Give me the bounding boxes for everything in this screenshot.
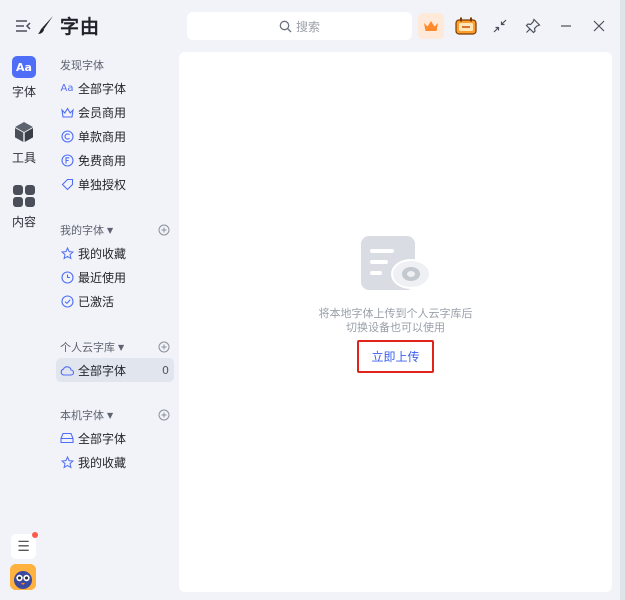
menu-icon: ☰ [17, 538, 30, 555]
add-local-font-button[interactable] [158, 409, 170, 421]
sidebar-item-label: 免费商用 [78, 153, 127, 168]
check-circle-icon [60, 294, 74, 308]
sidebar-item-label: 我的收藏 [78, 455, 127, 470]
rail-item-content[interactable]: 内容 [0, 184, 48, 230]
close-button[interactable] [586, 13, 612, 39]
title-bar: 字由 搜索 [0, 0, 620, 52]
sidebar-item-recent[interactable]: 最近使用 [56, 265, 174, 289]
main-content-panel: 将本地字体上传到个人云字库后 切换设备也可以使用 立即上传 [179, 52, 612, 592]
notification-dot [32, 532, 38, 538]
empty-state-line-2: 切换设备也可以使用 [346, 321, 445, 334]
plus-circle-icon [158, 409, 170, 421]
caret-down-icon: ▼ [107, 410, 114, 420]
app-logo: 字由 [38, 12, 100, 38]
search-input[interactable]: 搜索 [187, 12, 412, 40]
empty-state-line-1: 将本地字体上传到个人云字库后 [318, 307, 473, 320]
crown-icon [60, 105, 74, 119]
section-title-discover: 发现字体 [60, 59, 104, 72]
calendar-icon [455, 17, 477, 35]
crown-icon [424, 21, 438, 31]
sidebar-item-label: 最近使用 [78, 270, 127, 285]
section-title-cloud[interactable]: 个人云字库 ▼ [60, 339, 124, 355]
section-title-local[interactable]: 本机字体 ▼ [60, 407, 113, 423]
star-icon [60, 455, 74, 469]
aa-icon: Aa [60, 82, 74, 94]
section-title-my-fonts[interactable]: 我的字体 ▼ [60, 222, 113, 238]
sidebar-item-exclusive-license[interactable]: 单独授权 [56, 172, 174, 196]
font-count: 0 [162, 363, 169, 377]
minimize-icon [561, 25, 571, 27]
rail-item-fonts[interactable]: Aa 字体 [0, 56, 48, 100]
plus-circle-icon [158, 224, 170, 236]
sidebar-item-all-fonts[interactable]: Aa 全部字体 [56, 76, 174, 100]
fonts-icon: Aa [12, 56, 36, 78]
free-icon [60, 153, 74, 167]
cube-icon [15, 122, 33, 142]
vip-crown-button[interactable] [418, 13, 444, 39]
sidebar-item-single-commercial[interactable]: 单款商用 [56, 124, 174, 148]
add-cloud-font-button[interactable] [158, 341, 170, 353]
rail-label-content: 内容 [11, 215, 36, 229]
sidebar-item-label: 全部字体 [78, 431, 127, 446]
search-placeholder: 搜索 [295, 19, 320, 34]
search-icon [279, 20, 292, 32]
sidebar-item-activated[interactable]: 已激活 [56, 289, 174, 313]
window-edge [620, 0, 625, 600]
app-window: 字由 搜索 Aa 字体 工具 内容 ☰ 发现字体 Aa 全部字体 会员商用 单款… [0, 0, 620, 600]
sidebar-item-my-favorites[interactable]: 我的收藏 [56, 241, 174, 265]
section-title-text: 我的字体 [60, 224, 104, 237]
collapse-sidebar-icon[interactable] [14, 17, 32, 35]
sidebar-item-label: 全部字体 [78, 363, 127, 378]
brush-icon [38, 16, 53, 34]
clock-icon [60, 270, 74, 284]
drive-icon [60, 431, 74, 445]
close-icon [593, 20, 605, 32]
copyright-icon [60, 129, 74, 143]
minimize-button[interactable] [553, 13, 579, 39]
sidebar-item-member-commercial[interactable]: 会员商用 [56, 100, 174, 124]
sidebar-item-free-commercial[interactable]: 免费商用 [56, 148, 174, 172]
section-title-text: 个人云字库 [60, 341, 115, 354]
rail-item-tools[interactable]: 工具 [0, 120, 48, 166]
caret-down-icon: ▼ [118, 342, 125, 352]
sidebar-item-cloud-all-fonts[interactable]: 全部字体 0 [56, 358, 174, 382]
shrink-window-button[interactable] [487, 13, 513, 39]
calendar-sign-button[interactable] [453, 13, 479, 39]
app-title: 字由 [60, 15, 101, 38]
tag-icon [60, 177, 74, 191]
add-my-font-button[interactable] [158, 224, 170, 236]
section-title-text: 本机字体 [60, 409, 104, 422]
shrink-icon [493, 19, 507, 33]
avatar[interactable] [10, 564, 36, 590]
grid-icon [13, 185, 35, 207]
pin-window-button[interactable] [520, 13, 546, 39]
upload-now-button[interactable]: 立即上传 [357, 340, 434, 373]
caret-down-icon: ▼ [107, 225, 114, 235]
cloud-icon [60, 363, 74, 377]
menu-button[interactable]: ☰ [11, 532, 38, 559]
sidebar-item-label: 单独授权 [78, 177, 127, 192]
plus-circle-icon [158, 341, 170, 353]
sidebar-item-local-favorites[interactable]: 我的收藏 [56, 450, 174, 474]
sidebar-item-local-all-fonts[interactable]: 全部字体 [56, 426, 174, 450]
rail-label-tools: 工具 [11, 151, 36, 165]
sidebar-item-label: 会员商用 [78, 105, 127, 120]
sidebar-item-label: 单款商用 [78, 129, 127, 144]
empty-state-illustration [359, 234, 433, 296]
sidebar-item-label: 我的收藏 [78, 246, 127, 261]
sidebar-item-label: 全部字体 [78, 81, 127, 96]
rail-label-fonts: 字体 [11, 85, 36, 99]
sidebar-item-label: 已激活 [78, 294, 115, 309]
font-sidebar: 发现字体 Aa 全部字体 会员商用 单款商用 免费商用 单独授权 我的字体 ▼ [52, 52, 178, 600]
star-icon [60, 246, 74, 260]
pin-icon [525, 18, 541, 34]
left-rail: Aa 字体 工具 内容 ☰ [0, 52, 48, 600]
